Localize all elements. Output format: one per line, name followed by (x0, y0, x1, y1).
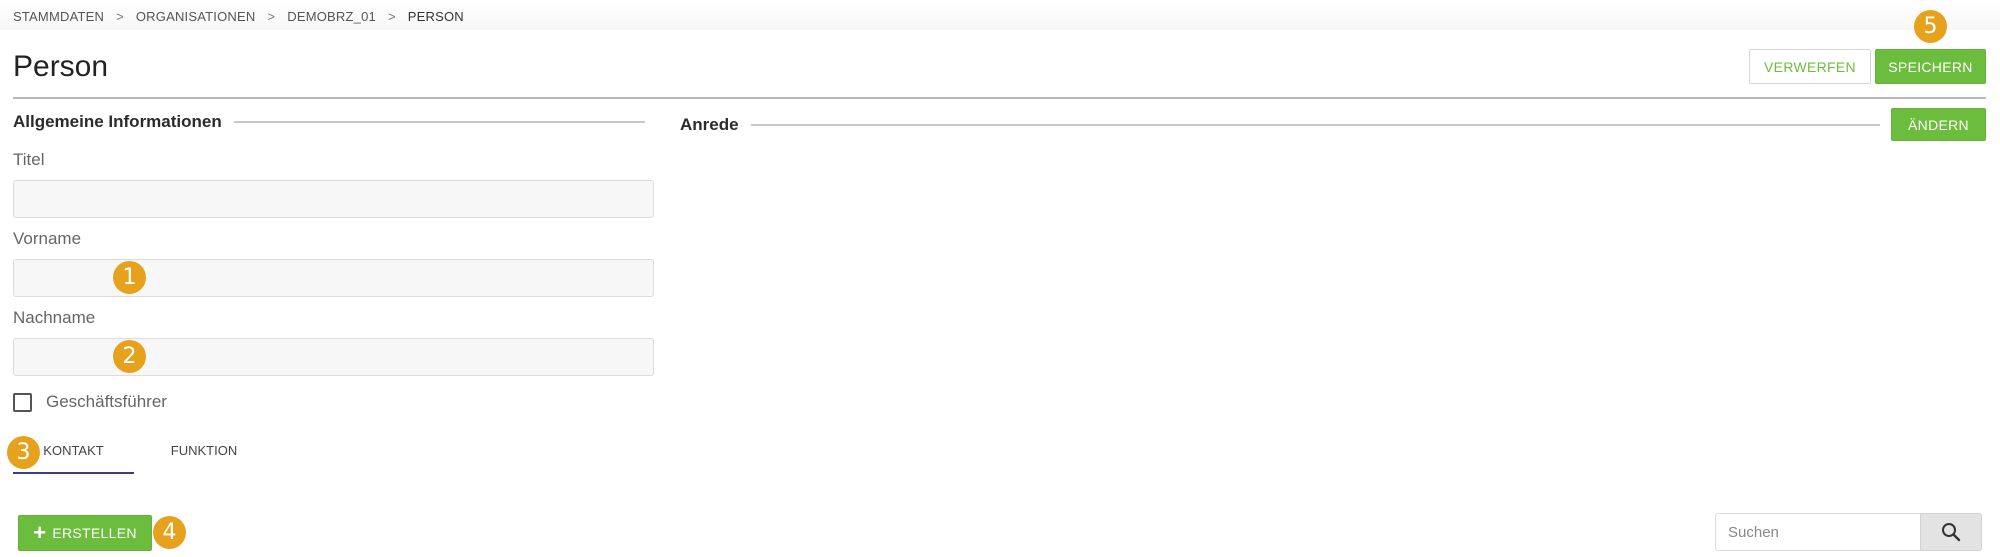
step-marker-2: 2 (113, 340, 146, 373)
breadcrumb-item-stammdaten[interactable]: STAMMDATEN (13, 9, 104, 24)
managing-director-checkbox[interactable] (13, 392, 32, 412)
breadcrumb-separator: > (267, 9, 276, 24)
discard-button[interactable]: VERWERFEN (1749, 49, 1871, 84)
tab-funktion[interactable]: FUNKTION (134, 440, 274, 474)
section-salutation-title: Anrede (680, 115, 739, 134)
managing-director-label: Geschäftsführer (46, 392, 167, 411)
change-salutation-button[interactable]: ÄNDERN (1891, 108, 1986, 141)
breadcrumb-item-organisationen[interactable]: ORGANISATIONEN (136, 9, 256, 24)
page-title: Person (13, 50, 109, 83)
section-divider (750, 124, 1880, 126)
save-button[interactable]: SPEICHERN (1875, 49, 1986, 84)
step-marker-4: 4 (153, 516, 186, 549)
titel-field[interactable] (13, 180, 654, 218)
vorname-field[interactable] (13, 259, 654, 297)
breadcrumb-separator: > (116, 9, 124, 24)
titel-label: Titel (13, 150, 45, 169)
search-input[interactable] (1715, 513, 1920, 551)
section-divider (233, 121, 645, 123)
breadcrumb-item-demobrz[interactable]: DEMOBRZ_01 (287, 9, 376, 24)
search-button[interactable] (1920, 513, 1982, 551)
search-icon (1942, 523, 1961, 542)
managing-director-row[interactable]: Geschäftsführer (13, 392, 167, 412)
plus-icon: + (33, 520, 47, 545)
section-general-info: Allgemeine Informationen (13, 112, 645, 132)
create-button-label: ERSTELLEN (52, 525, 137, 541)
create-button[interactable]: + ERSTELLEN (18, 515, 152, 551)
step-marker-3: 3 (7, 436, 40, 469)
step-marker-5: 5 (1914, 10, 1947, 43)
step-marker-1: 1 (113, 261, 146, 294)
section-general-title: Allgemeine Informationen (13, 112, 222, 131)
nachname-label: Nachname (13, 308, 96, 327)
nachname-field[interactable] (13, 338, 654, 376)
title-divider (13, 97, 1986, 99)
breadcrumb-separator: > (387, 9, 396, 24)
section-salutation: Anrede (680, 115, 1880, 135)
breadcrumb-item-person: PERSON (407, 9, 464, 24)
breadcrumb: STAMMDATEN > ORGANISATIONEN > DEMOBRZ_01… (13, 9, 464, 24)
tab-bar: KONTAKT FUNKTION (13, 440, 274, 474)
vorname-label: Vorname (13, 229, 82, 248)
